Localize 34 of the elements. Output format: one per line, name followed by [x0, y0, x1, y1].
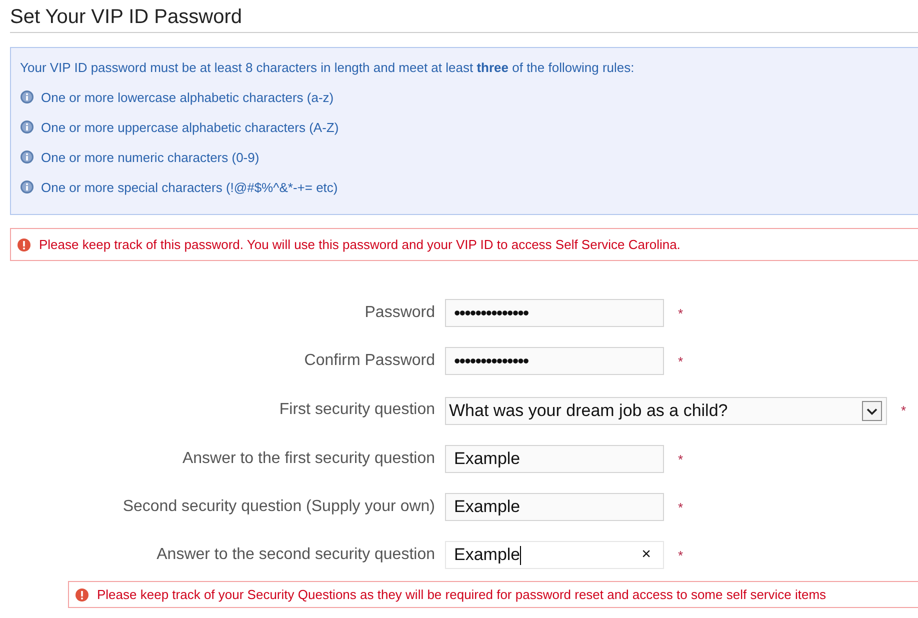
- required-mark: *: [900, 402, 906, 418]
- password-field[interactable]: ••••••••••••••: [445, 347, 664, 375]
- question-dropdown[interactable]: What was your dream job as a child?: [445, 397, 887, 425]
- dropdown-caret-icon: [862, 401, 882, 421]
- info-icon: [20, 150, 34, 164]
- answer-field[interactable]: Example: [445, 445, 664, 473]
- required-mark: *: [677, 452, 684, 466]
- rule-text: One or more lowercase alphabetic characters (a-z): [41, 90, 334, 104]
- rules-intro: Your VIP ID password must be at least 8 characters in length and meet at least three of the following rules:: [20, 60, 636, 75]
- rule-text: One or more uppercase alphabetic characters (A-Z): [41, 120, 339, 134]
- field-label: Answer to the first security question: [181, 450, 435, 468]
- required-mark: *: [677, 500, 684, 514]
- info-icon: [20, 90, 34, 104]
- field-label: First security question: [278, 401, 435, 419]
- field-label: Second security question (Supply your own): [122, 498, 435, 516]
- required-mark: *: [677, 548, 684, 562]
- clear-button[interactable]: ×: [638, 546, 655, 564]
- alert-icon: [17, 238, 31, 252]
- alert-text: Please keep track of your Security Questions as they will be required for password reset and access to some self service items: [97, 587, 826, 602]
- alert-icon: [75, 588, 89, 602]
- info-icon: [20, 120, 34, 134]
- required-mark: *: [677, 306, 684, 320]
- info-icon: [20, 180, 34, 194]
- rule-text: One or more numeric characters (0-9): [41, 150, 260, 164]
- answer-field[interactable]: Example ×: [445, 541, 664, 569]
- answer-field[interactable]: Example: [445, 493, 664, 521]
- alert-text: Please keep track of this password. You will use this password and your VIP ID to access Self Service Carolina.: [39, 237, 680, 252]
- field-label: Answer to the second security question: [156, 546, 435, 564]
- field-label: Confirm Password: [303, 352, 435, 370]
- page-title: Set Your VIP ID Password: [10, 6, 918, 33]
- required-mark: *: [677, 354, 684, 368]
- rule-text: One or more special characters (!@#$%^&*-+= etc): [41, 180, 338, 194]
- password-field[interactable]: ••••••••••••••: [445, 299, 664, 327]
- field-label: Password: [364, 304, 435, 322]
